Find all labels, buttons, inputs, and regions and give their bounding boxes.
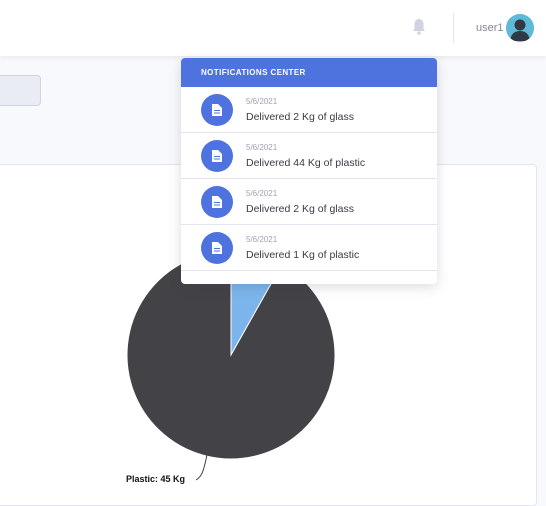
topbar-divider	[453, 13, 454, 43]
bell-icon[interactable]	[411, 18, 427, 36]
notification-item[interactable]: 5/6/2021 Delivered 2 Kg of glass	[181, 179, 437, 225]
file-icon	[201, 140, 233, 172]
notification-date: 5/6/2021	[246, 235, 278, 244]
notification-text: Delivered 1 Kg of plastic	[246, 249, 360, 261]
notification-item[interactable]: 5/6/2021 Delivered 2 Kg of glass	[181, 87, 437, 133]
notification-date: 5/6/2021	[246, 143, 278, 152]
notification-text: Delivered 2 Kg of glass	[246, 111, 354, 123]
file-icon	[201, 232, 233, 264]
notification-date: 5/6/2021	[246, 189, 278, 198]
file-icon	[201, 186, 233, 218]
background-button[interactable]	[0, 75, 41, 106]
username[interactable]: user1	[476, 22, 504, 34]
pie-label-connector	[195, 454, 208, 481]
notification-text: Delivered 2 Kg of glass	[246, 203, 354, 215]
file-icon	[201, 94, 233, 126]
notification-date: 5/6/2021	[246, 97, 278, 106]
notification-item[interactable]: 5/6/2021 Delivered 1 Kg of plastic	[181, 225, 437, 271]
topbar: user1	[0, 0, 546, 56]
notifications-header: NOTIFICATIONS CENTER	[181, 58, 437, 87]
notification-item[interactable]: 5/6/2021 Delivered 44 Kg of plastic	[181, 133, 437, 179]
user-avatar[interactable]	[506, 14, 534, 42]
notification-text: Delivered 44 Kg of plastic	[246, 157, 366, 169]
notifications-dropdown: NOTIFICATIONS CENTER 5/6/2021 Delivered …	[181, 58, 437, 284]
pie-label-plastic: Plastic: 45 Kg	[126, 474, 186, 484]
